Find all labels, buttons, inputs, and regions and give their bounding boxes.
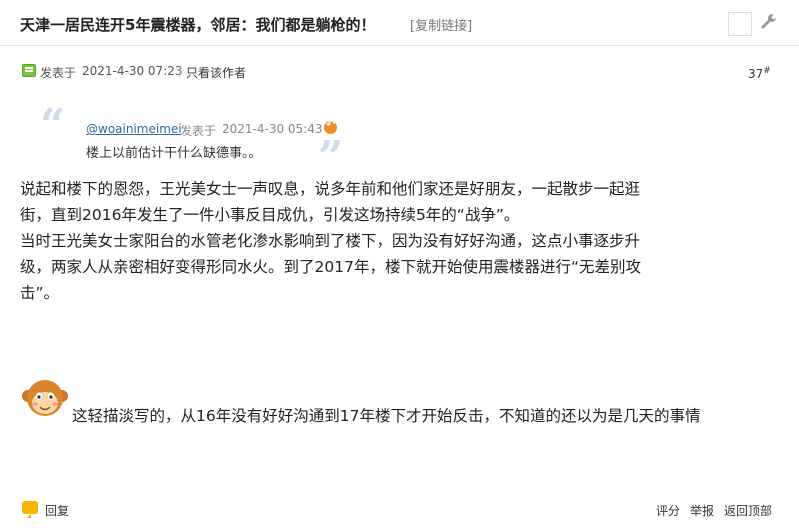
report-button[interactable]: 举报 <box>690 502 714 519</box>
posted-time: 2021-4-30 07:23 <box>82 64 183 78</box>
quote-user-link[interactable]: @woainimeimei <box>86 122 182 136</box>
reply-bubble-icon <box>22 501 38 514</box>
back-to-top-button[interactable]: 返回顶部 <box>724 502 772 519</box>
quote-open-mark: “ <box>40 100 66 151</box>
post-icon <box>22 64 36 77</box>
body-line: 级，两家人从亲密相好变得形同水火。到了2017年，楼下就开始使用震楼器进行“无差… <box>20 258 641 276</box>
wrench-icon[interactable] <box>758 12 778 32</box>
quote-block: “ @woainimeimei 发表于 2021-4-30 05:43 楼上以前… <box>40 104 360 180</box>
quote-posted-label: 发表于 <box>180 124 217 138</box>
floor-number[interactable]: 37# <box>748 66 771 81</box>
quote-text: 楼上以前估计干什么缺德事。。 <box>86 146 262 161</box>
post-paragraph-2: 这轻描淡写的，从16年没有好好沟通到17年楼下才开始反击，不知道的还以为是几天的… <box>72 407 701 425</box>
rate-button[interactable]: 评分 <box>656 502 680 519</box>
post-paragraph: 说起和楼下的恩怨，王光美女士一声叹息，说多年前和他们家还是好朋友，一起散步一起逛… <box>20 176 780 306</box>
floor-mark: # <box>763 66 771 76</box>
post-body: “ @woainimeimei 发表于 2021-4-30 05:43 楼上以前… <box>0 88 799 496</box>
body-line: 街，直到2016年发生了一件小事反目成仇，引发这场持续5年的“战争”。 <box>20 206 520 224</box>
posted-label: 发表于 <box>40 66 77 80</box>
thread-header: 天津一居民连开5年震楼器，邻居：我们都是躺枪的！ [复制链接] <box>0 0 799 46</box>
body-line: 说起和楼下的恩怨，王光美女士一声叹息，说多年前和他们家还是好朋友，一起散步一起逛 <box>20 180 641 198</box>
header-checkbox[interactable] <box>728 12 752 36</box>
reply-button[interactable]: 回复 <box>45 502 69 519</box>
quote-close-mark: ” <box>318 132 344 183</box>
author-only-link[interactable]: 只看该作者 <box>186 64 246 81</box>
meta-divider: | <box>178 64 183 78</box>
copy-link-button[interactable]: [复制链接] <box>410 15 472 34</box>
body-line: 当时王光美女士家阳台的水管老化渗水影响到了楼下，因为没有好好沟通，这点小事逐步升 <box>20 232 641 250</box>
body-line: 击”。 <box>20 284 60 302</box>
thread-title: 天津一居民连开5年震楼器，邻居：我们都是躺枪的！ <box>20 16 376 34</box>
post-footer: 回复 评分 举报 返回顶部 <box>0 496 799 531</box>
quote-time: 2021-4-30 05:43 <box>222 122 323 136</box>
floor-value: 37 <box>748 67 764 81</box>
post-meta-bar: 发表于 2021-4-30 07:23 | 只看该作者 37# <box>0 58 799 86</box>
